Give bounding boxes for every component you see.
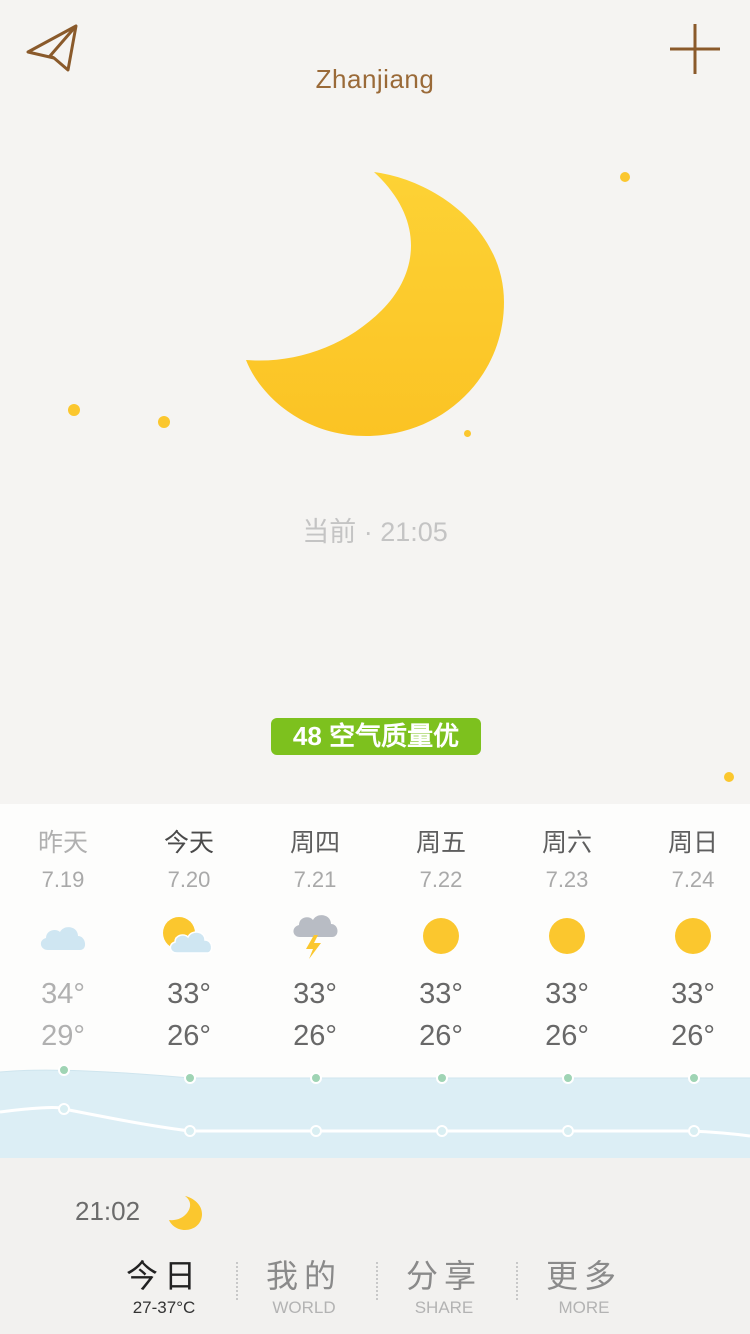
update-time: 21:02 [75,1196,141,1226]
moon-icon [246,172,504,436]
tab-today-label: 今日 [125,1257,202,1295]
trend-band [0,1070,750,1158]
day-name: 昨天 [37,829,88,857]
day-name: 周日 [667,829,718,857]
temp-high: 33° [671,978,715,1010]
moon-icon [169,1196,202,1230]
temp-low: 29° [41,1020,85,1052]
temp-low: 26° [167,1020,211,1052]
temp-high: 33° [293,978,337,1010]
tab-more-label: 更多 [545,1257,622,1295]
temp-low: 26° [671,1020,715,1052]
temp-high: 33° [419,978,463,1010]
day-date: 7.20 [167,867,211,892]
sun-icon [675,918,711,954]
city-name[interactable]: Zhanjiang [0,64,750,95]
star-dot [464,430,471,437]
day-date: 7.22 [419,867,463,892]
tab-share-sublabel: SHARE [414,1298,474,1317]
tab-more-sublabel: MORE [558,1298,610,1317]
tab-more[interactable]: 更多 MORE [514,1256,654,1318]
cloud-icon [40,927,86,950]
day-name: 周四 [289,829,340,857]
tab-world-label: 我的 [265,1257,342,1295]
star-dot [68,404,80,416]
star-dot [158,416,170,428]
forecast-day[interactable]: 周四 7.21 33° 26° [252,804,378,1054]
forecast-day[interactable]: 昨天 7.19 34° 29° [0,804,126,1054]
tab-world[interactable]: 我的 WORLD [234,1256,374,1318]
day-date: 7.23 [545,867,589,892]
sun-icon [423,918,459,954]
forecast-day[interactable]: 周日 7.24 33° 26° [630,804,750,1054]
forecast-day[interactable]: 周五 7.22 33° 26° [378,804,504,1054]
day-name: 今天 [163,829,214,857]
current-time-label: 当前 · 21:05 [302,517,448,547]
temp-high: 34° [41,978,85,1010]
temp-high: 33° [545,978,589,1010]
forecast-day[interactable]: 周六 7.23 33° 26° [504,804,630,1054]
tab-share-label: 分享 [405,1257,482,1295]
tab-today[interactable]: 今日 27-37°C [94,1256,234,1318]
temp-high: 33° [167,978,211,1010]
thunderstorm-icon [293,915,338,959]
day-date: 7.24 [671,867,715,892]
temp-low: 26° [545,1020,589,1052]
temp-low: 26° [293,1020,337,1052]
tab-world-sublabel: WORLD [272,1298,336,1317]
temp-low: 26° [419,1020,463,1052]
sun-icon [549,918,585,954]
forecast-day[interactable]: 今天 7.20 33° 26° [126,804,252,1054]
day-date: 7.19 [41,867,85,892]
star-dot [724,772,734,782]
tab-today-sublabel: 27-37°C [132,1298,196,1317]
day-name: 周五 [415,829,466,857]
tab-share[interactable]: 分享 SHARE [374,1256,514,1318]
star-dot [620,172,630,182]
day-name: 周六 [541,829,592,857]
air-quality-badge[interactable]: 48 空气质量优 [271,718,481,755]
partly-cloudy-icon [163,917,213,954]
day-date: 7.21 [293,867,337,892]
temperature-trend-chart [0,1064,750,1158]
